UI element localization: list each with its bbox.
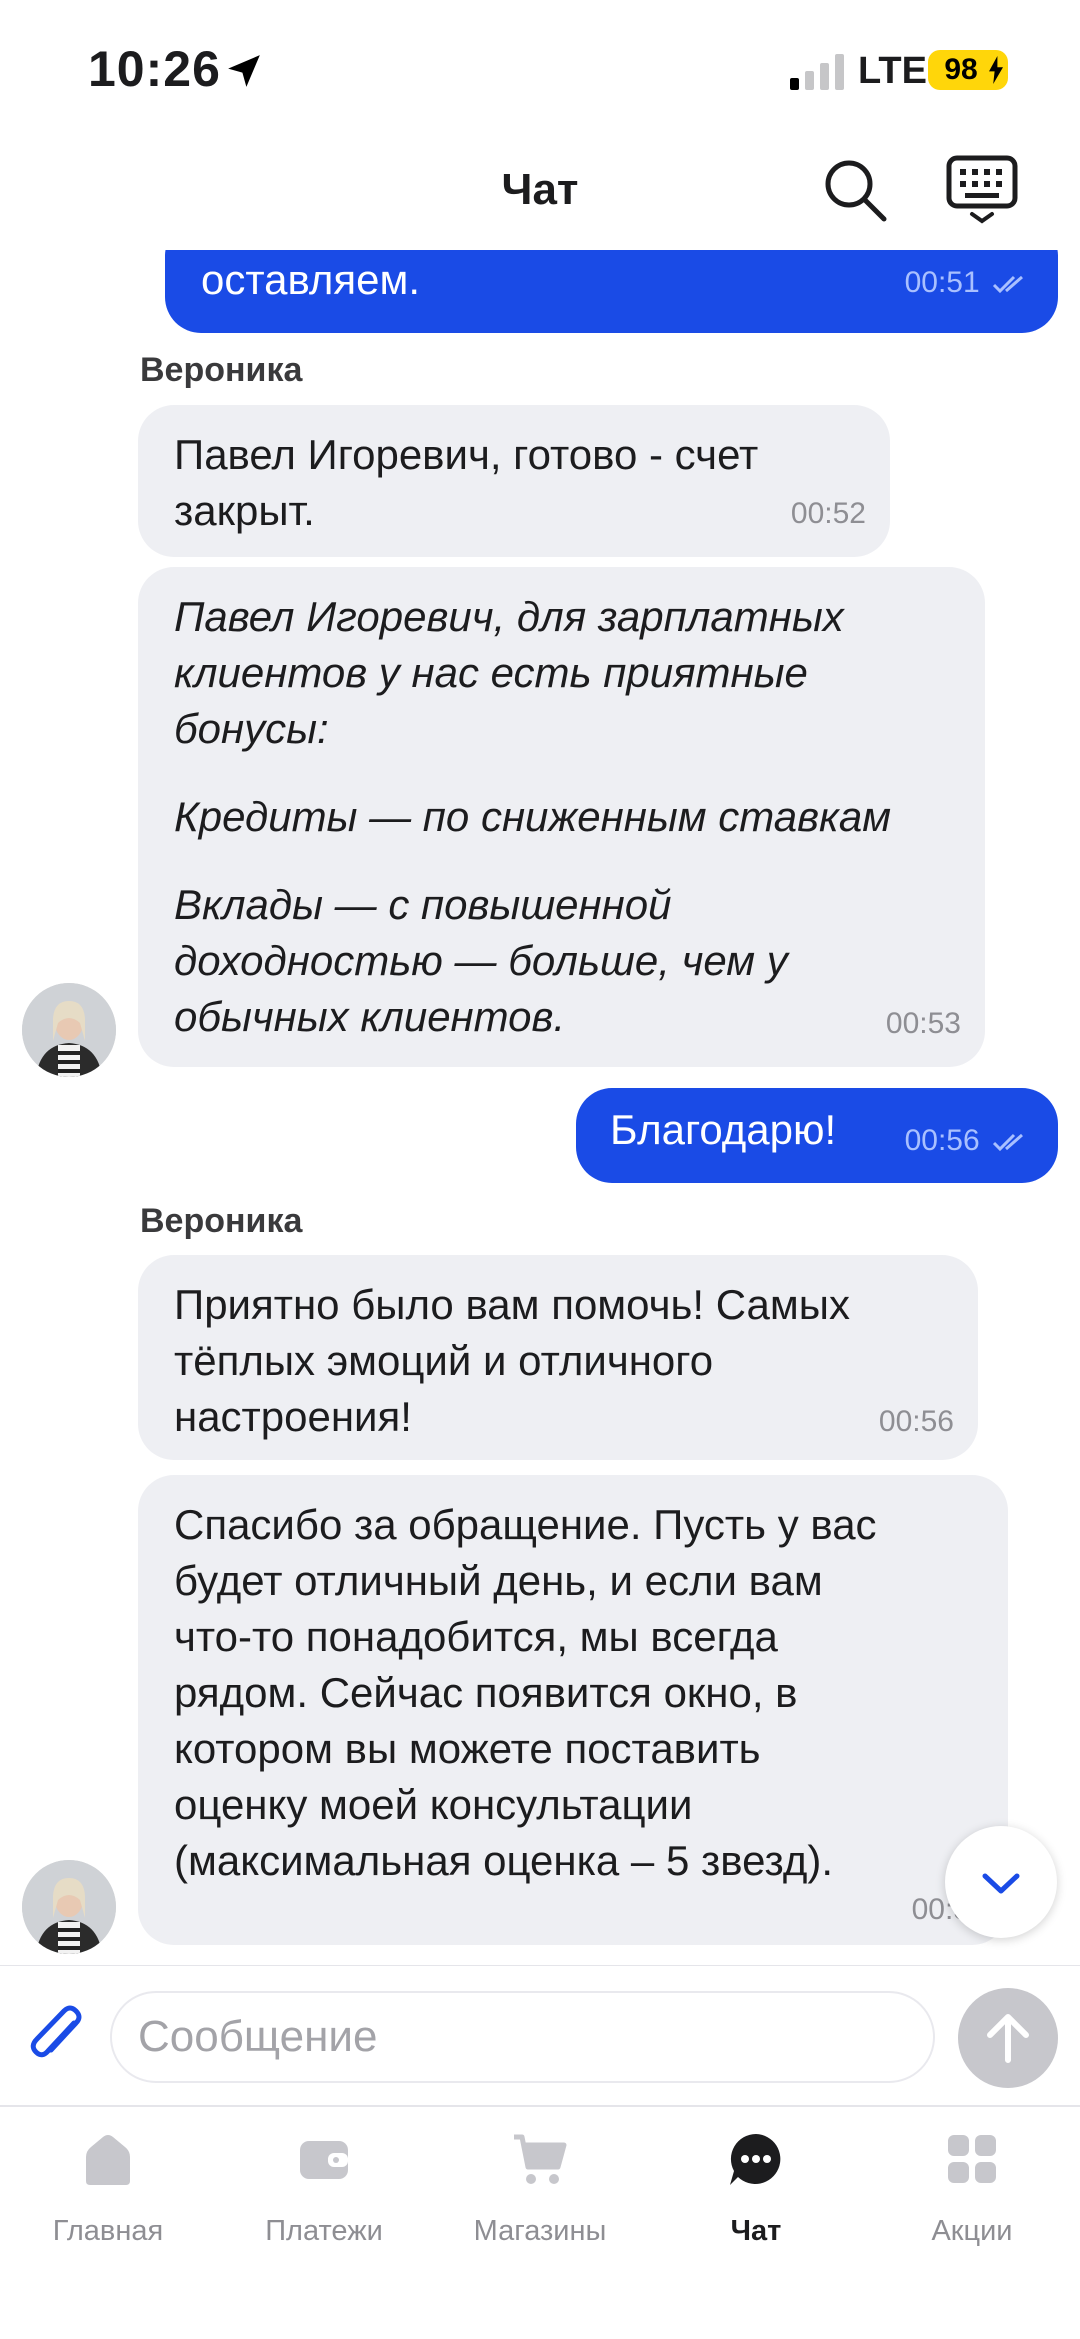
message-time: 00:56: [905, 1124, 1036, 1158]
tab-label: Платежи: [265, 2215, 383, 2247]
sender-name: Вероника: [140, 1202, 303, 1240]
tab-bar: Главная Платежи Магазины Чат Акции: [0, 2105, 1080, 2339]
message-text: Павел Игоревич, для зарплатных клиентов …: [174, 593, 844, 752]
message-time: 00:52: [790, 497, 866, 530]
send-button[interactable]: [958, 1988, 1058, 2088]
scroll-to-bottom-button[interactable]: [945, 1826, 1057, 1938]
status-bar: 10:26 LTE 98: [0, 0, 1080, 130]
message-paragraph: Кредиты — по сниженным ставкам: [174, 793, 892, 840]
message-text: Павел Игоревич, готово - счет закрыт.: [174, 431, 759, 534]
location-arrow-icon: [228, 55, 260, 87]
tab-label: Чат: [730, 2215, 782, 2247]
signal-icon: [790, 54, 844, 90]
message-text: Благодарю!: [610, 1106, 837, 1153]
tab-label: Акции: [931, 2215, 1013, 2247]
message-text: Спасибо за обращение. Пусть у вас будет …: [174, 1501, 877, 1884]
avatar[interactable]: [22, 1860, 116, 1954]
message-time: 00:51: [905, 266, 1036, 300]
chat-icon: [730, 2134, 781, 2185]
message-time: 00:56: [878, 1405, 954, 1438]
read-checkmarks-icon: [992, 275, 1023, 294]
message-input[interactable]: [110, 1991, 935, 2083]
sender-name: Вероника: [140, 351, 303, 389]
avatar-image: [22, 1860, 116, 1954]
page-title: Чат: [501, 165, 579, 214]
avatar[interactable]: [22, 983, 116, 1077]
charging-bolt-icon: [989, 56, 1003, 84]
tab-payments[interactable]: Платежи: [216, 2129, 432, 2279]
read-checkmarks-icon: [992, 1133, 1023, 1152]
tab-label: Магазины: [473, 2215, 607, 2247]
message-time-text: 00:56: [904, 1124, 980, 1157]
cart-icon: [514, 2134, 567, 2184]
grid-icon: [948, 2135, 996, 2183]
outgoing-message[interactable]: оставляем. 00:51: [165, 250, 1058, 333]
battery-level: 98: [944, 53, 978, 86]
battery-indicator: 98: [928, 50, 1008, 90]
incoming-message[interactable]: Приятно было вам помочь! Самых тёплых эм…: [138, 1255, 978, 1460]
message-text: оставляем.: [201, 256, 420, 303]
message-time: 00:53: [885, 1007, 961, 1040]
message-composer: [0, 1965, 1080, 2106]
message-text: Приятно было вам помочь! Самых тёплых эм…: [174, 1281, 850, 1440]
keyboard-icon[interactable]: [945, 152, 1019, 226]
avatar-image: [22, 983, 116, 1077]
tab-home[interactable]: Главная: [0, 2129, 216, 2279]
incoming-message[interactable]: Павел Игоревич, для зарплатных клиентов …: [138, 567, 985, 1067]
tab-chat[interactable]: Чат: [648, 2129, 864, 2279]
incoming-message[interactable]: Спасибо за обращение. Пусть у вас будет …: [138, 1475, 1008, 1945]
tab-shops[interactable]: Магазины: [432, 2129, 648, 2279]
status-time: 10:26: [88, 41, 221, 97]
arrow-up-icon: [987, 2014, 1029, 2063]
chat-header: Чат: [0, 130, 1080, 250]
outgoing-message[interactable]: Благодарю! 00:56: [576, 1088, 1058, 1183]
incoming-message[interactable]: Павел Игоревич, готово - счет закрыт. 00…: [138, 405, 890, 557]
tab-promotions[interactable]: Акции: [864, 2129, 1080, 2279]
tab-label: Главная: [52, 2215, 164, 2247]
network-type: LTE: [858, 50, 927, 92]
message-paragraph: Вклады — с повышенной доходностью — боль…: [174, 881, 788, 1040]
wallet-icon: [300, 2141, 348, 2179]
chat-messages[interactable]: оставляем. 00:51 Вероника Павел Игоревич…: [0, 250, 1080, 1965]
chevron-down-icon: [982, 1873, 1020, 1894]
search-icon[interactable]: [820, 155, 890, 225]
message-time-text: 00:51: [904, 266, 980, 299]
paperclip-icon[interactable]: [24, 2001, 86, 2071]
home-icon: [86, 2135, 130, 2185]
